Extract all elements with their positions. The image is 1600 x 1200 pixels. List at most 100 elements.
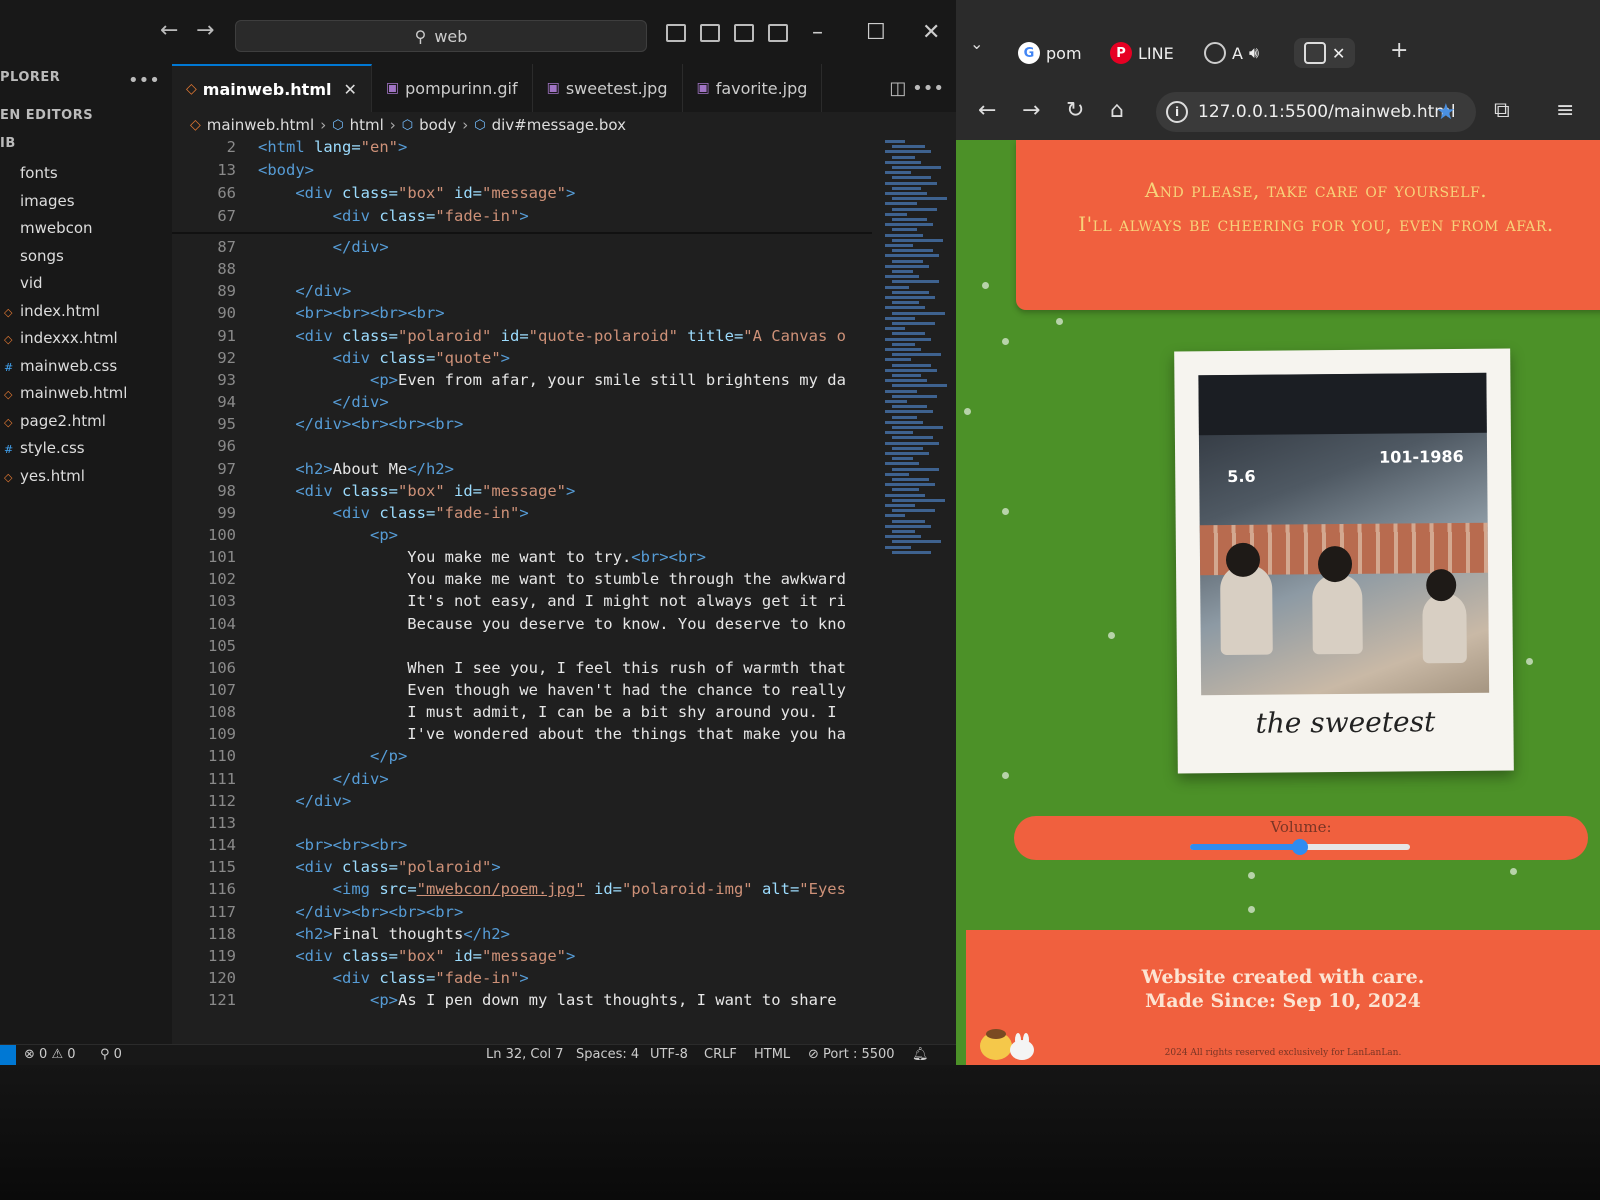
breadcrumb-item-body[interactable]: body xyxy=(419,116,456,134)
tab-mainweb-html[interactable]: ◇ mainweb.html ✕ xyxy=(172,64,372,112)
back-arrow-icon[interactable]: ← xyxy=(978,98,996,123)
file-tree-item-images[interactable]: images xyxy=(4,192,75,210)
tab-pompurinn-gif[interactable]: ▣ pompurinn.gif xyxy=(372,64,533,112)
browser-tab-line[interactable]: P LINE xyxy=(1110,38,1174,68)
code-line[interactable]: 105 xyxy=(172,637,872,659)
code-line[interactable]: 93 <p>Even from afar, your smile still b… xyxy=(172,371,872,393)
cursor-position[interactable]: Ln 32, Col 7 xyxy=(486,1047,563,1062)
file-tree-item-mainweb-css[interactable]: # mainweb.css xyxy=(4,357,117,375)
file-tree-item-yes-html[interactable]: ◇ yes.html xyxy=(4,467,85,485)
end-of-line[interactable]: CRLF xyxy=(704,1047,737,1062)
tab-search-chevron-icon[interactable]: ⌄ xyxy=(970,34,983,53)
code-line[interactable]: 100 <p> xyxy=(172,526,872,548)
code-line[interactable]: 107 Even though we haven't had the chanc… xyxy=(172,681,872,703)
toggle-secondary-sidebar-icon[interactable] xyxy=(734,24,754,42)
ports-indicator[interactable]: ⚲ 0 xyxy=(100,1047,122,1062)
toggle-sidebar-icon[interactable] xyxy=(666,24,686,42)
browser-tab-pom[interactable]: G pom xyxy=(1018,38,1082,68)
url-text[interactable]: 127.0.0.1:5500/mainweb.html xyxy=(1198,102,1456,122)
browser-tab-audio[interactable]: A 🔊︎ xyxy=(1204,38,1259,68)
code-line[interactable]: 118 <h2>Final thoughts</h2> xyxy=(172,925,872,947)
code-line[interactable]: 112 </div> xyxy=(172,792,872,814)
code-line[interactable]: 103 It's not easy, and I might not alway… xyxy=(172,592,872,614)
back-arrow-icon[interactable]: ← xyxy=(160,18,178,43)
code-line[interactable]: 2 <html lang="en"> xyxy=(172,138,872,160)
code-line[interactable]: 115 <div class="polaroid"> xyxy=(172,858,872,880)
maximize-icon[interactable]: ☐ xyxy=(866,22,886,44)
code-line[interactable]: 119 <div class="box" id="message"> xyxy=(172,947,872,969)
file-tree-item-indexxx-html[interactable]: ◇ indexxx.html xyxy=(4,329,118,347)
code-line[interactable]: 111 </div> xyxy=(172,770,872,792)
split-editor-icon[interactable]: ◫ ••• xyxy=(889,78,944,99)
close-window-icon[interactable]: ✕ xyxy=(922,22,940,44)
code-line[interactable]: 108 I must admit, I can be a bit shy aro… xyxy=(172,703,872,725)
file-tree-item-mwebcon[interactable]: mwebcon xyxy=(4,219,93,237)
file-tree-item-mainweb-html[interactable]: ◇ mainweb.html xyxy=(4,384,127,402)
breadcrumb-item-html[interactable]: html xyxy=(350,116,384,134)
address-bar[interactable]: i 127.0.0.1:5500/mainweb.html xyxy=(1156,92,1476,132)
breadcrumb-item-file[interactable]: mainweb.html xyxy=(207,116,314,134)
code-line[interactable]: 96 xyxy=(172,437,872,459)
file-tree-item-fonts[interactable]: fonts xyxy=(4,164,58,182)
code-line[interactable]: 89 </div> xyxy=(172,282,872,304)
file-tree-item-vid[interactable]: vid xyxy=(4,274,43,292)
code-line[interactable]: 67 <div class="fade-in"> xyxy=(172,207,872,229)
browser-tab-active[interactable]: ✕ xyxy=(1294,38,1356,68)
file-tree-item-page2-html[interactable]: ◇ page2.html xyxy=(4,412,106,430)
code-line[interactable]: 109 I've wondered about the things that … xyxy=(172,725,872,747)
code-line[interactable]: 113 xyxy=(172,814,872,836)
notifications-bell-icon[interactable]: 🔔︎ xyxy=(912,1047,929,1062)
open-editors-header[interactable]: EN EDITORS xyxy=(0,108,93,123)
code-line[interactable]: 114 <br><br><br> xyxy=(172,836,872,858)
encoding[interactable]: UTF-8 xyxy=(650,1047,688,1062)
code-line[interactable]: 102 You make me want to stumble through … xyxy=(172,570,872,592)
extensions-puzzle-icon[interactable]: ⧉ xyxy=(1494,98,1510,123)
code-line[interactable]: 120 <div class="fade-in"> xyxy=(172,969,872,991)
code-editor[interactable]: 2 <html lang="en"> 13 <body> 66 <div class="… xyxy=(172,138,872,1044)
code-line[interactable]: 116 <img src="mwebcon/poem.jpg" id="pola… xyxy=(172,880,872,902)
close-icon[interactable]: ✕ xyxy=(1332,44,1345,63)
code-line[interactable]: 121 <p>As I pen down my last thoughts, I… xyxy=(172,991,872,1013)
code-line[interactable]: 13 <body> xyxy=(172,161,872,183)
tab-sweetest-jpg[interactable]: ▣ sweetest.jpg xyxy=(533,64,683,112)
home-icon[interactable]: ⌂ xyxy=(1110,98,1124,123)
toggle-panel-icon[interactable] xyxy=(700,24,720,42)
reload-icon[interactable]: ↻ xyxy=(1066,98,1084,123)
code-line[interactable]: 91 <div class="polaroid" id="quote-polar… xyxy=(172,327,872,349)
code-line[interactable]: 95 </div><br><br><br> xyxy=(172,415,872,437)
code-line[interactable]: 66 <div class="box" id="message"> xyxy=(172,184,872,206)
code-line[interactable]: 101 You make me want to try.<br><br> xyxy=(172,548,872,570)
code-line[interactable]: 117 </div><br><br><br> xyxy=(172,903,872,925)
code-line[interactable]: 104 Because you deserve to know. You des… xyxy=(172,615,872,637)
bookmark-star-icon[interactable]: ★ xyxy=(1436,100,1456,125)
live-server-port[interactable]: ⊘ Port : 5500 xyxy=(808,1047,895,1062)
minimize-icon[interactable]: – xyxy=(812,22,823,44)
code-line[interactable]: 106 When I see you, I feel this rush of … xyxy=(172,659,872,681)
workspace-folder-header[interactable]: IB xyxy=(0,136,16,151)
language-mode[interactable]: HTML xyxy=(754,1047,790,1062)
customize-layout-icon[interactable] xyxy=(768,24,788,42)
file-tree-item-index-html[interactable]: ◇ index.html xyxy=(4,302,100,320)
code-line[interactable]: 98 <div class="box" id="message"> xyxy=(172,482,872,504)
new-tab-plus-icon[interactable]: + xyxy=(1390,38,1408,63)
code-line[interactable]: 99 <div class="fade-in"> xyxy=(172,504,872,526)
breadcrumb-item-div[interactable]: div#message.box xyxy=(492,116,626,134)
indentation[interactable]: Spaces: 4 xyxy=(576,1047,639,1062)
volume-slider-thumb[interactable] xyxy=(1292,839,1308,855)
code-line[interactable]: 94 </div> xyxy=(172,393,872,415)
code-line[interactable]: 92 <div class="quote"> xyxy=(172,349,872,371)
command-center-search[interactable]: ⚲ web xyxy=(235,20,647,52)
code-line[interactable]: 90 <br><br><br><br> xyxy=(172,304,872,326)
file-tree-item-style-css[interactable]: # style.css xyxy=(4,439,85,457)
tab-favorite-jpg[interactable]: ▣ favorite.jpg xyxy=(683,64,823,112)
close-icon[interactable]: ✕ xyxy=(343,80,356,99)
file-tree-item-songs[interactable]: songs xyxy=(4,247,64,265)
remote-indicator[interactable] xyxy=(0,1045,16,1066)
reading-list-icon[interactable]: ≡ xyxy=(1556,98,1574,123)
problems-indicator[interactable]: ⊗ 0 ⚠ 0 xyxy=(24,1047,76,1062)
code-line[interactable]: 87 </div> xyxy=(172,238,872,260)
code-line[interactable]: 97 <h2>About Me</h2> xyxy=(172,460,872,482)
more-actions-icon[interactable]: ••• xyxy=(128,70,160,91)
forward-arrow-icon[interactable]: → xyxy=(196,18,214,43)
forward-arrow-icon[interactable]: → xyxy=(1022,98,1040,123)
